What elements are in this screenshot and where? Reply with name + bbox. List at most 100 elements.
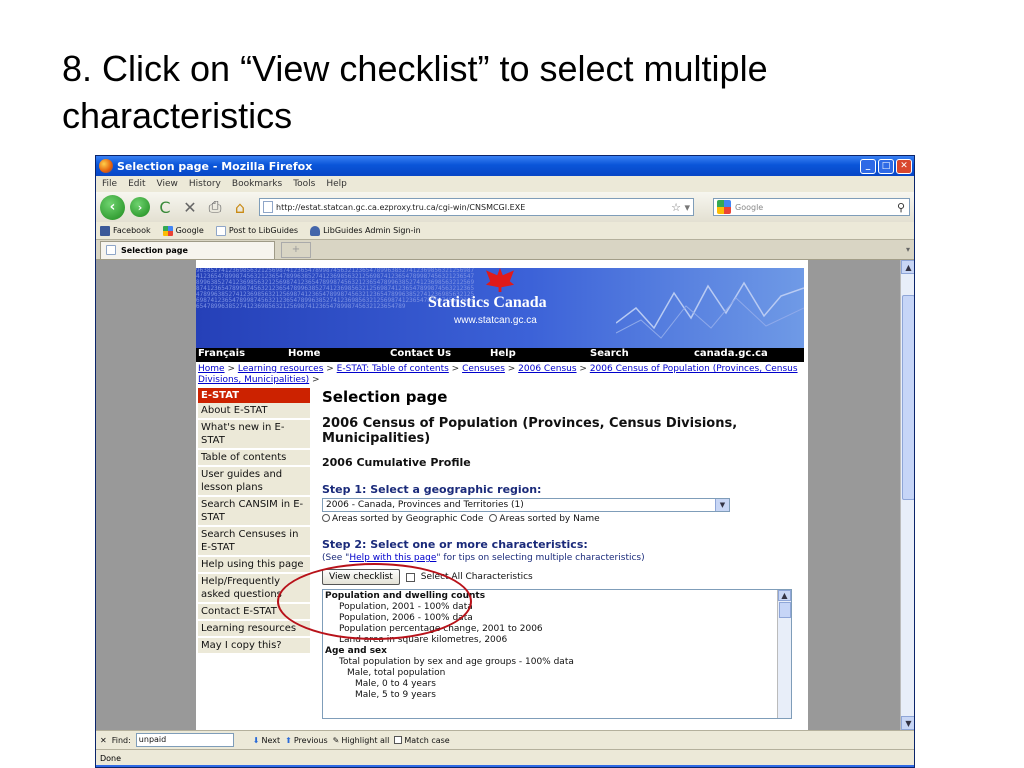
bookmark-label: LibGuides Admin Sign-in <box>323 226 421 235</box>
list-item[interactable]: Land area in square kilometres, 2006 <box>325 635 791 646</box>
characteristics-list[interactable]: Population and dwelling counts Populatio… <box>322 589 792 719</box>
list-item[interactable]: Male, 0 to 4 years <box>325 679 791 690</box>
list-scroll-thumb[interactable] <box>779 602 791 618</box>
sidebar-header[interactable]: E-STAT <box>198 388 310 403</box>
bookmark-libguides-admin[interactable]: LibGuides Admin Sign-in <box>310 225 421 236</box>
radio-name[interactable]: Areas sorted by Name <box>489 514 600 524</box>
scroll-down-icon[interactable]: ▼ <box>901 716 914 730</box>
sidebar-item-table-of-contents[interactable]: Table of contents <box>198 450 310 467</box>
tab-selection-page[interactable]: Selection page <box>100 240 275 259</box>
nav-canada-gc-ca[interactable]: canada.gc.ca <box>692 348 794 362</box>
checkbox-icon[interactable] <box>394 736 403 744</box>
help-link[interactable]: Help with this page <box>349 553 436 563</box>
sidebar-item-faq[interactable]: Help/Frequently asked questions <box>198 574 310 604</box>
home-icon[interactable]: ⌂ <box>230 198 250 217</box>
maximize-button[interactable]: □ <box>878 158 894 174</box>
arrow-up-icon: ⬆ <box>285 735 292 745</box>
crumb-home[interactable]: Home <box>198 364 225 374</box>
bookmark-label: Post to LibGuides <box>228 226 299 235</box>
scroll-up-icon[interactable]: ▲ <box>778 590 791 601</box>
stop-icon[interactable]: ✕ <box>180 198 200 217</box>
new-tab-button[interactable]: + <box>281 241 311 258</box>
menu-edit[interactable]: Edit <box>128 179 145 189</box>
tab-list-icon[interactable]: ▾ <box>906 245 914 254</box>
sidebar-item-search-cansim[interactable]: Search CANSIM in E-STAT <box>198 497 310 527</box>
nav-home[interactable]: Home <box>286 348 388 362</box>
print-icon[interactable]: ⎙ <box>205 197 225 217</box>
radio-icon[interactable] <box>489 514 498 522</box>
star-icon[interactable]: ☆ ▾ <box>671 201 693 214</box>
list-scrollbar[interactable]: ▲ <box>777 590 791 718</box>
magnifier-icon[interactable]: ⚲ <box>897 201 909 214</box>
scroll-up-icon[interactable]: ▲ <box>901 260 914 274</box>
crumb-2006-census[interactable]: 2006 Census <box>518 364 576 374</box>
find-input[interactable]: unpaid <box>135 733 234 747</box>
sidebar-item-about[interactable]: About E-STAT <box>198 403 310 420</box>
find-next-button[interactable]: ⬇ Next <box>253 736 280 745</box>
find-close-icon[interactable]: ✕ <box>100 736 107 745</box>
highlight-label: Highlight all <box>341 735 390 745</box>
sidebar-item-whats-new[interactable]: What's new in E-STAT <box>198 420 310 450</box>
list-item[interactable]: Male, 5 to 9 years <box>325 690 791 701</box>
sidebar-item-contact[interactable]: Contact E-STAT <box>198 604 310 621</box>
bookmark-post-to-libguides[interactable]: Post to LibGuides <box>215 225 299 236</box>
match-case-checkbox[interactable]: Match case <box>394 736 450 745</box>
select-all-checkbox[interactable] <box>405 572 415 582</box>
firefox-logo-icon <box>99 159 113 173</box>
crumb-separator: > <box>224 364 238 374</box>
list-item[interactable]: Population, 2001 - 100% data <box>325 602 791 613</box>
tab-bar: Selection page + ▾ <box>96 240 914 260</box>
find-previous-button[interactable]: ⬆ Previous <box>285 736 328 745</box>
chevron-down-icon[interactable]: ▼ <box>715 499 729 511</box>
top-navigation: Français Home Contact Us Help Search can… <box>196 348 804 362</box>
page-icon <box>106 245 116 255</box>
sidebar-item-learning-resources[interactable]: Learning resources <box>198 621 310 638</box>
nav-help[interactable]: Help <box>488 348 588 362</box>
menu-help[interactable]: Help <box>326 179 347 189</box>
close-button[interactable]: ✕ <box>896 158 912 174</box>
menu-tools[interactable]: Tools <box>293 179 315 189</box>
bookmark-google[interactable]: Google <box>162 225 204 236</box>
radio-icon[interactable] <box>322 514 330 522</box>
crumb-learning-resources[interactable]: Learning resources <box>238 364 324 374</box>
menu-bar: File Edit View History Bookmarks Tools H… <box>96 176 914 192</box>
list-item[interactable]: Population percentage change, 2001 to 20… <box>325 624 791 635</box>
highlight-all-button[interactable]: ✎ Highlight all <box>333 736 390 745</box>
find-bar: ✕ Find: unpaid ⬇ Next ⬆ Previous ✎ Highligh… <box>96 730 914 749</box>
url-bar[interactable]: http://estat.statcan.gc.ca.ezproxy.tru.c… <box>259 198 694 216</box>
nav-search[interactable]: Search <box>588 348 692 362</box>
list-item[interactable]: Population and dwelling counts <box>325 591 791 602</box>
menu-file[interactable]: File <box>102 179 117 189</box>
sidebar-item-copy[interactable]: May I copy this? <box>198 638 310 655</box>
menu-history[interactable]: History <box>189 179 221 189</box>
minimize-button[interactable]: _ <box>860 158 876 174</box>
list-item[interactable]: Male, total population <box>325 668 791 679</box>
reload-icon[interactable]: C <box>155 198 175 217</box>
menu-bookmarks[interactable]: Bookmarks <box>232 179 282 189</box>
forward-button[interactable]: › <box>130 197 150 217</box>
crumb-separator: > <box>323 364 337 374</box>
view-checklist-button[interactable]: View checklist <box>322 569 400 585</box>
content-area: 9638527412369856321256987412365478998745… <box>96 260 914 730</box>
search-input[interactable]: Google ⚲ <box>713 198 910 216</box>
list-item[interactable]: Population, 2006 - 100% data <box>325 613 791 624</box>
radio-geo-code[interactable]: Areas sorted by Geographic Code <box>322 514 483 524</box>
crumb-separator: > <box>309 375 320 385</box>
region-select[interactable]: 2006 - Canada, Provinces and Territories… <box>322 498 730 512</box>
window-title: Selection page - Mozilla Firefox <box>117 159 313 173</box>
sidebar-item-search-censuses[interactable]: Search Censuses in E-STAT <box>198 527 310 557</box>
back-button[interactable]: ‹ <box>100 194 125 220</box>
list-item[interactable]: Age and sex <box>325 646 791 657</box>
sidebar-item-help-page[interactable]: Help using this page <box>198 557 310 574</box>
crumb-estat-toc[interactable]: E-STAT: Table of contents <box>337 364 449 374</box>
page-scroll-thumb[interactable] <box>902 295 914 500</box>
sidebar-item-user-guides[interactable]: User guides and lesson plans <box>198 467 310 497</box>
nav-francais[interactable]: Français <box>196 348 286 362</box>
list-item[interactable]: Total population by sex and age groups -… <box>325 657 791 668</box>
nav-contact-us[interactable]: Contact Us <box>388 348 488 362</box>
bookmark-facebook[interactable]: Facebook <box>100 225 151 236</box>
crumb-censuses[interactable]: Censuses <box>462 364 505 374</box>
menu-view[interactable]: View <box>157 179 178 189</box>
crumb-separator: > <box>504 364 519 374</box>
page-scrollbar[interactable]: ▲ ▼ <box>900 260 914 730</box>
